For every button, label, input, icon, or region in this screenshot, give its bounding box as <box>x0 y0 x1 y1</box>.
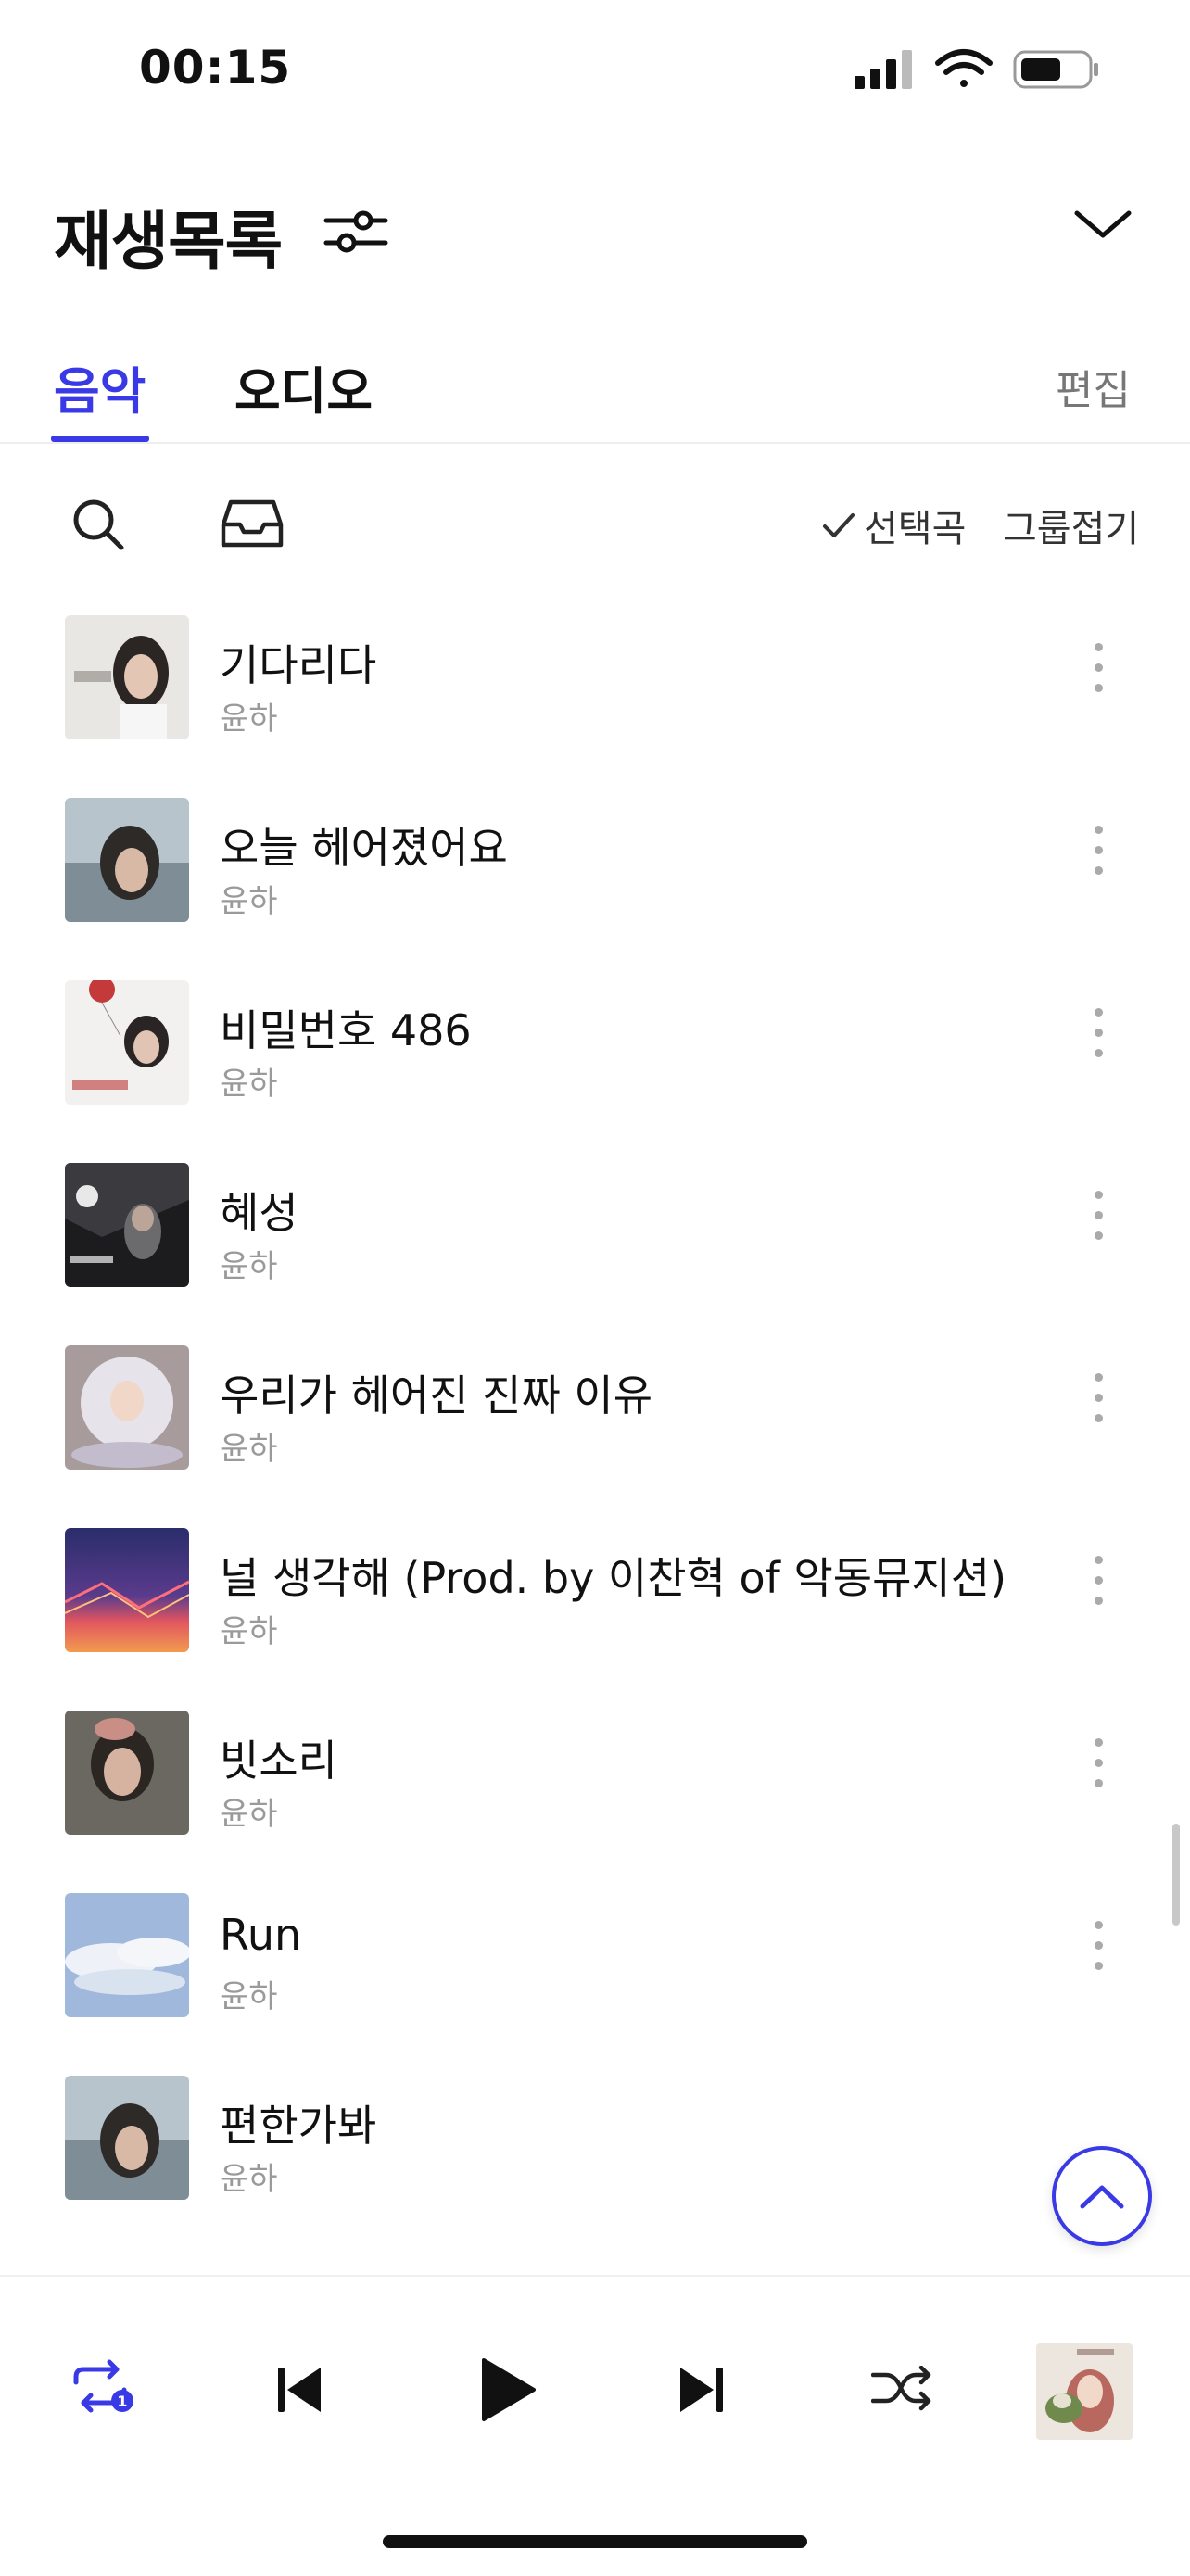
list-item[interactable]: 빗소리 윤하 <box>0 1698 1190 1880</box>
song-title: 편한가봐 <box>220 2101 377 2151</box>
song-artist: 윤하 <box>220 1978 278 2015</box>
active-tab-indicator <box>51 436 149 442</box>
cellular-signal-icon <box>855 50 912 89</box>
page-title: 재생목록 <box>54 206 283 279</box>
sliders-icon[interactable] <box>323 206 389 258</box>
more-options-icon[interactable] <box>1084 1556 1112 1621</box>
song-title: 비밀번호 486 <box>220 1005 472 1055</box>
more-options-icon[interactable] <box>1084 643 1112 708</box>
selected-songs-button[interactable]: 선택곡 <box>821 499 966 552</box>
song-title: 혜성 <box>220 1188 298 1238</box>
more-options-icon[interactable] <box>1084 1008 1112 1073</box>
tab-audio[interactable]: 오디오 <box>234 350 373 423</box>
list-item[interactable]: Run 윤하 <box>0 1880 1190 2063</box>
album-art <box>65 798 189 922</box>
song-artist: 윤하 <box>220 701 278 738</box>
song-list: 기다리다 윤하 오늘 헤어졌어요 윤하 비밀번호 486 윤하 혜성 윤하 우리… <box>0 602 1190 2245</box>
selected-songs-label: 선택곡 <box>864 508 967 550</box>
song-title: Run <box>220 1910 302 1960</box>
battery-icon <box>1013 50 1098 89</box>
chevron-down-icon[interactable] <box>1073 206 1133 243</box>
song-artist: 윤하 <box>220 1796 278 1833</box>
chevron-up-icon <box>1080 2185 1124 2209</box>
inbox-icon[interactable] <box>220 499 285 550</box>
group-collapse-button[interactable]: 그룹접기 <box>1003 499 1139 552</box>
more-options-icon[interactable] <box>1084 1373 1112 1438</box>
song-title: 널 생각해 (Prod. by 이찬혁 of 악동뮤지션) <box>220 1553 1007 1603</box>
song-title: 우리가 헤어진 진짜 이유 <box>220 1370 653 1421</box>
album-art <box>65 2076 189 2200</box>
song-artist: 윤하 <box>220 1431 278 1468</box>
list-item[interactable]: 널 생각해 (Prod. by 이찬혁 of 악동뮤지션) 윤하 <box>0 1515 1190 1698</box>
list-item[interactable]: 오늘 헤어졌어요 윤하 <box>0 785 1190 967</box>
now-playing-album-art[interactable] <box>1036 2343 1133 2440</box>
more-options-icon[interactable] <box>1084 1921 1112 1986</box>
scrollbar[interactable] <box>1172 1824 1180 1926</box>
player-bar: 1 <box>0 2275 1190 2576</box>
status-icons <box>853 46 1103 93</box>
album-art <box>65 615 189 739</box>
skip-previous-icon[interactable] <box>276 2364 324 2419</box>
album-art <box>65 980 189 1105</box>
repeat-badge: 1 <box>117 2393 127 2410</box>
edit-button[interactable]: 편집 <box>1056 357 1131 416</box>
song-title: 오늘 헤어졌어요 <box>220 823 508 873</box>
tab-music[interactable]: 음악 <box>54 350 146 423</box>
more-options-icon[interactable] <box>1084 1738 1112 1803</box>
check-icon <box>823 513 855 537</box>
status-time: 00:15 <box>139 41 292 95</box>
more-options-icon[interactable] <box>1084 1191 1112 1256</box>
song-title: 기다리다 <box>220 640 377 690</box>
list-item[interactable]: 편한가봐 윤하 <box>0 2063 1190 2245</box>
divider <box>0 442 1190 444</box>
search-icon[interactable] <box>70 497 126 552</box>
list-item[interactable]: 혜성 윤하 <box>0 1150 1190 1332</box>
shuffle-icon[interactable] <box>870 2365 934 2416</box>
album-art <box>65 1528 189 1652</box>
scroll-to-top-button[interactable] <box>1052 2146 1152 2246</box>
list-item[interactable]: 비밀번호 486 윤하 <box>0 967 1190 1150</box>
home-indicator <box>383 2535 807 2548</box>
wifi-icon <box>935 49 993 87</box>
album-art <box>65 1345 189 1470</box>
song-artist: 윤하 <box>220 1248 278 1285</box>
list-item[interactable]: 기다리다 윤하 <box>0 602 1190 785</box>
list-item[interactable]: 우리가 헤어진 진짜 이유 윤하 <box>0 1332 1190 1515</box>
song-artist: 윤하 <box>220 1066 278 1103</box>
album-art <box>65 1711 189 1835</box>
repeat-one-icon[interactable]: 1 <box>69 2358 137 2418</box>
song-artist: 윤하 <box>220 2161 278 2198</box>
album-art <box>65 1163 189 1287</box>
song-title: 빗소리 <box>220 1736 337 1786</box>
album-art <box>65 1893 189 2017</box>
play-icon[interactable] <box>478 2356 538 2427</box>
song-artist: 윤하 <box>220 1613 278 1650</box>
more-options-icon[interactable] <box>1084 826 1112 890</box>
song-artist: 윤하 <box>220 883 278 920</box>
skip-next-icon[interactable] <box>677 2364 725 2419</box>
